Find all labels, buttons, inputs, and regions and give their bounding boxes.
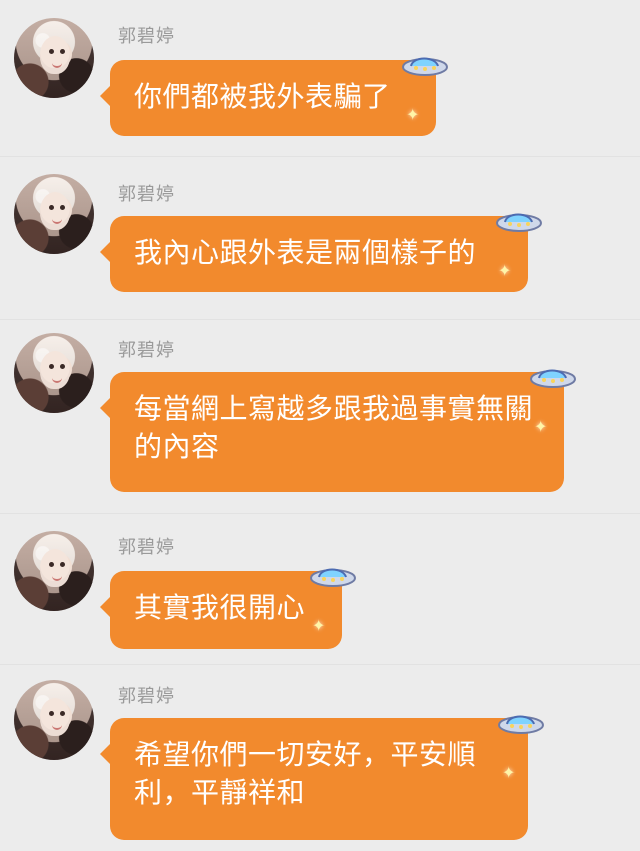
avatar-eye-left [49, 562, 54, 567]
sparkle-icon: ✦ [312, 616, 326, 635]
avatar[interactable] [14, 333, 94, 413]
avatar-eye-left [49, 205, 54, 210]
message-text: 其實我很開心 [134, 591, 306, 624]
sparkle-icon: ✦ [502, 763, 516, 782]
message-text: 你們都被我外表騙了 [134, 80, 391, 113]
avatar-eye-left [49, 711, 54, 716]
avatar-eye-right [60, 711, 65, 716]
sender-name: 郭碧婷 [118, 184, 175, 205]
avatar[interactable] [14, 531, 94, 611]
avatar-eye-right [60, 205, 65, 210]
message-divider [0, 664, 640, 665]
sender-name: 郭碧婷 [118, 26, 175, 47]
ufo-sparkle-icon [496, 213, 542, 232]
message-bubble[interactable]: 我內心跟外表是兩個樣子的 ✦ [100, 213, 542, 292]
avatar-eye-left [49, 49, 54, 54]
message-divider [0, 156, 640, 157]
ufo-sparkle-icon [498, 715, 544, 734]
ufo-sparkle-icon [530, 369, 576, 388]
message-bubble[interactable]: 其實我很開心 ✦ [100, 568, 356, 649]
message-bubble[interactable]: 每當網上寫越多跟我過事實無關的內容 ✦ [100, 369, 576, 492]
message-divider [0, 513, 640, 514]
message-text: 希望你們一切安好，平安順利，平靜祥和 [134, 738, 477, 809]
avatar-eye-left [49, 364, 54, 369]
message-bubble[interactable]: 希望你們一切安好，平安順利，平靜祥和 ✦ [100, 715, 544, 840]
sender-name: 郭碧婷 [118, 537, 175, 558]
avatar-face-shape [40, 36, 70, 74]
message-divider [0, 319, 640, 320]
sender-name: 郭碧婷 [118, 340, 175, 361]
message-bubble[interactable]: 你們都被我外表騙了 ✦ [100, 57, 448, 136]
avatar-eye-right [60, 364, 65, 369]
sparkle-icon: ✦ [534, 417, 548, 436]
avatar-face-shape [40, 549, 70, 587]
avatar[interactable] [14, 174, 94, 254]
ufo-sparkle-icon [402, 57, 448, 76]
avatar[interactable] [14, 18, 94, 98]
avatar-eye-right [60, 49, 65, 54]
avatar[interactable] [14, 680, 94, 760]
avatar-face-shape [40, 192, 70, 230]
ufo-sparkle-icon [310, 568, 356, 587]
avatar-face-shape [40, 698, 70, 736]
sparkle-icon: ✦ [498, 261, 512, 280]
message-text: 每當網上寫越多跟我過事實無關的內容 [134, 392, 534, 463]
avatar-face-shape [40, 351, 70, 389]
message-text: 我內心跟外表是兩個樣子的 [134, 236, 477, 269]
avatar-eye-right [60, 562, 65, 567]
sender-name: 郭碧婷 [118, 686, 175, 707]
sparkle-icon: ✦ [406, 105, 420, 124]
